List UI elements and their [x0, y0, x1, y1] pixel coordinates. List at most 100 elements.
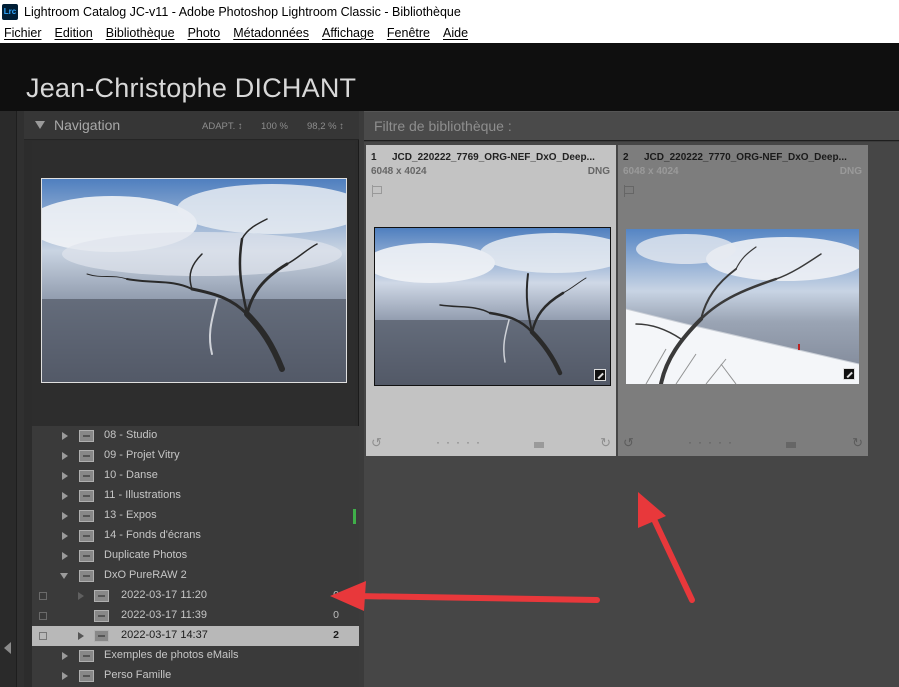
zoom-custom-option[interactable]: 98,2 % ↕ [307, 121, 344, 132]
menu-affichage[interactable]: Affichage [322, 26, 374, 40]
folder-row[interactable]: 13 - Expos [32, 506, 359, 526]
collapse-triangle-icon[interactable] [35, 121, 45, 129]
expand-triangle-icon[interactable] [62, 552, 68, 560]
menu-fenetre[interactable]: Fenêtre [387, 26, 430, 40]
cell-format: DNG [839, 166, 862, 177]
folder-icon [94, 630, 109, 642]
left-panel-scroll-gutter [17, 111, 24, 687]
menu-metadonnees[interactable]: Métadonnées [233, 26, 309, 40]
folder-label: 2022-03-17 11:20 [121, 589, 208, 601]
folder-row[interactable]: 09 - Projet Vitry [32, 446, 359, 466]
library-filter-bar[interactable]: Filtre de bibliothèque : [364, 111, 899, 141]
menu-edition[interactable]: Edition [55, 26, 93, 40]
folder-icon [79, 550, 94, 562]
folder-label: 08 - Studio [104, 429, 158, 441]
expand-triangle-icon[interactable] [62, 512, 68, 520]
develop-adjusted-badge-icon[interactable] [843, 368, 855, 380]
folder-row[interactable]: 08 - Studio [32, 426, 359, 446]
left-panel: Navigation ADAPT. ↕ 100 % 98,2 % ↕ 08 - … [24, 111, 359, 687]
identity-plate: Jean-Christophe DICHANT [0, 43, 899, 111]
folder-row-selected[interactable]: 2022-03-17 14:37 2 [32, 626, 359, 646]
folder-count: 0 [333, 609, 339, 621]
folder-icon [79, 490, 94, 502]
zoom-fit-option[interactable]: ADAPT. ↕ [202, 121, 243, 132]
folder-icon [79, 650, 94, 662]
menu-aide[interactable]: Aide [443, 26, 468, 40]
folder-row[interactable]: 2022-03-17 11:20 0 [32, 586, 359, 606]
menu-bibliotheque[interactable]: Bibliothèque [106, 26, 175, 40]
identity-plate-name: Jean-Christophe DICHANT [26, 73, 357, 103]
menu-fichier[interactable]: Fichier [4, 26, 42, 40]
photo-thumbnail[interactable] [626, 229, 859, 384]
folder-label: 14 - Fonds d'écrans [104, 529, 201, 541]
menu-bar: Fichier Edition Bibliothèque Photo Métad… [0, 23, 899, 43]
folder-label: Duplicate Photos [104, 549, 188, 561]
menu-photo[interactable]: Photo [188, 26, 221, 40]
folder-row[interactable]: Duplicate Photos [32, 546, 359, 566]
folder-row[interactable]: 14 - Fonds d'écrans [32, 526, 359, 546]
folder-checkbox[interactable] [39, 612, 47, 620]
expand-triangle-icon[interactable] [62, 652, 68, 660]
collapse-left-panel-icon[interactable] [4, 642, 11, 654]
flag-icon[interactable] [624, 185, 634, 197]
folder-icon [79, 450, 94, 462]
folder-row[interactable]: 11 - Illustrations [32, 486, 359, 506]
folder-row[interactable]: Exemples de photos eMails [32, 646, 359, 666]
grid-cell[interactable]: 2 JCD_220222_7770_ORG-NEF_DxO_Deep... 60… [618, 145, 868, 456]
folder-icon [79, 670, 94, 682]
star-rating[interactable]: ····· [436, 435, 486, 449]
expand-triangle-icon [78, 592, 84, 600]
cell-filename: JCD_220222_7770_ORG-NEF_DxO_Deep... [644, 152, 847, 163]
cell-index: 1 [371, 152, 377, 163]
rotate-left-icon[interactable]: ↺ [623, 435, 634, 451]
rotate-right-icon[interactable]: ↻ [852, 435, 863, 451]
folder-checkbox[interactable] [39, 592, 47, 600]
folder-row[interactable]: 10 - Danse [32, 466, 359, 486]
flag-icon[interactable] [372, 185, 382, 197]
folder-icon [79, 530, 94, 542]
folder-row[interactable]: Perso Famille [32, 666, 359, 686]
lightroom-app-icon: Lrc [2, 3, 18, 20]
collapse-triangle-icon[interactable] [60, 573, 68, 579]
folder-checkbox[interactable] [39, 632, 47, 640]
color-label-swatch[interactable] [534, 442, 544, 448]
grid-view[interactable]: 1 JCD_220222_7769_ORG-NEF_DxO_Deep... 60… [364, 142, 899, 687]
photo-thumbnail[interactable] [374, 227, 611, 386]
folder-icon [79, 510, 94, 522]
navigator-header[interactable]: Navigation ADAPT. ↕ 100 % 98,2 % ↕ [24, 111, 359, 140]
zoom-100-option[interactable]: 100 % [261, 121, 288, 132]
folder-row[interactable]: DxO PureRAW 2 [32, 566, 359, 586]
expand-triangle-icon[interactable] [62, 492, 68, 500]
color-label-swatch[interactable] [786, 442, 796, 448]
cell-footer: ↺ ····· ↻ [618, 432, 868, 456]
folder-icon [79, 570, 94, 582]
folders-list: 08 - Studio 09 - Projet Vitry 10 - Danse… [32, 426, 359, 687]
folder-icon [79, 430, 94, 442]
expand-triangle-icon[interactable] [62, 432, 68, 440]
library-filter-title: Filtre de bibliothèque : [374, 118, 512, 134]
rotate-left-icon[interactable]: ↺ [371, 435, 382, 451]
expand-triangle-icon[interactable] [62, 472, 68, 480]
folder-label: 2022-03-17 11:39 [121, 609, 208, 621]
folder-label: DxO PureRAW 2 [104, 569, 187, 581]
color-label-green-marker [353, 509, 356, 524]
left-panel-toggle-strip[interactable] [0, 111, 17, 687]
expand-triangle-icon[interactable] [62, 452, 68, 460]
navigator-preview-image[interactable] [41, 178, 347, 383]
folder-label: 13 - Expos [104, 509, 157, 521]
folder-label: 09 - Projet Vitry [104, 449, 180, 461]
cell-filename: JCD_220222_7769_ORG-NEF_DxO_Deep... [392, 152, 595, 163]
expand-triangle-icon[interactable] [78, 632, 84, 640]
rotate-right-icon[interactable]: ↻ [600, 435, 611, 451]
expand-triangle-icon[interactable] [62, 532, 68, 540]
folder-label: 2022-03-17 14:37 [121, 629, 208, 641]
grid-cell-selected[interactable]: 1 JCD_220222_7769_ORG-NEF_DxO_Deep... 60… [366, 145, 616, 456]
folder-icon [94, 610, 109, 622]
folder-count: 2 [333, 629, 339, 641]
window-title: Lightroom Catalog JC-v11 - Adobe Photosh… [24, 4, 461, 19]
expand-triangle-icon[interactable] [62, 672, 68, 680]
develop-adjusted-badge-icon[interactable] [594, 369, 606, 381]
star-rating[interactable]: ····· [688, 435, 738, 449]
folder-icon [79, 470, 94, 482]
folder-row[interactable]: 2022-03-17 11:39 0 [32, 606, 359, 626]
